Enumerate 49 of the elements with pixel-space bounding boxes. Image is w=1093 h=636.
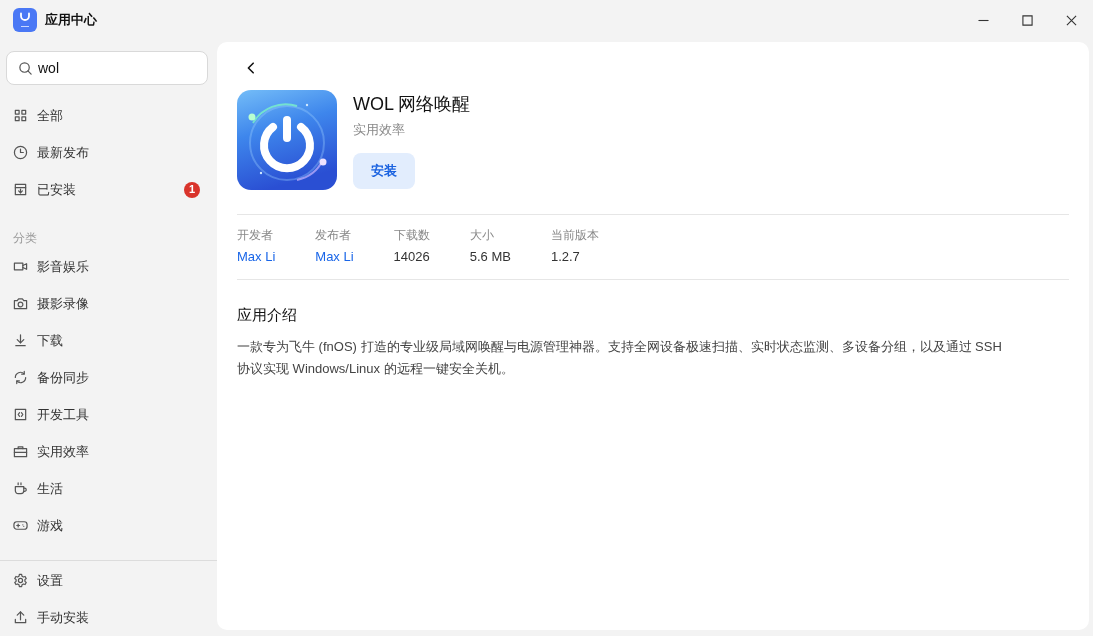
search-field[interactable]: wol	[6, 51, 208, 85]
category-item[interactable]: 实用效率	[6, 433, 208, 470]
category-item[interactable]: 影音娱乐	[6, 248, 208, 285]
category-item[interactable]: 摄影录像	[6, 285, 208, 322]
clock-icon	[13, 145, 28, 160]
app-name: WOL 网络唤醒	[353, 93, 471, 116]
upload-icon	[13, 610, 28, 625]
maximize-icon	[1021, 14, 1033, 26]
category-item[interactable]: 备份同步	[6, 359, 208, 396]
close-icon	[1065, 14, 1077, 26]
power-icon	[237, 90, 337, 190]
install-button[interactable]: 安装	[353, 153, 415, 189]
stat-value: 1.2.7	[550, 248, 581, 266]
stat-label: 当前版本	[550, 227, 599, 243]
app-store-logo-icon	[13, 8, 37, 32]
window-title: 应用中心	[45, 11, 97, 29]
stat-label: 下载数	[393, 227, 430, 243]
stat-label: 开发者	[237, 227, 274, 243]
cup-icon	[13, 481, 28, 496]
stat-label: 大小	[469, 227, 495, 243]
app-description: 一款专为飞牛 (fnOS) 打造的专业级局域网唤醒与电源管理神器。支持全网设备极速扫描、实时状态监测、多设备分组，以及通过 SSH 协议实现 Windows/Linux 的远程一键安全关机。	[237, 338, 1003, 378]
category-item[interactable]: 游戏	[6, 507, 208, 544]
stat-label: 发布者	[315, 227, 353, 243]
nav-item[interactable]: 最新发布	[6, 134, 208, 171]
camera-icon	[13, 296, 28, 311]
author-link[interactable]: Max Li	[237, 247, 276, 267]
count-badge: 1	[184, 181, 200, 198]
category-item[interactable]: 生活	[6, 470, 208, 507]
sync-icon	[13, 370, 28, 385]
app-category: 实用效率	[353, 121, 405, 139]
settings-icon	[13, 573, 28, 588]
code-icon	[13, 407, 28, 422]
category-item[interactable]: 开发工具	[6, 396, 208, 433]
gamepad-icon	[13, 518, 28, 533]
author-link[interactable]: Max Li	[315, 247, 354, 267]
search-icon	[18, 61, 33, 76]
category-item[interactable]: 下载	[6, 322, 208, 359]
section-label: 分类	[12, 230, 38, 247]
menu-item[interactable]: 手动安装	[6, 599, 208, 636]
briefcase-icon	[13, 444, 28, 459]
stat-value: 5.6 MB	[469, 248, 511, 266]
menu-item[interactable]: 设置	[6, 562, 208, 599]
grid-icon	[13, 108, 28, 123]
download-icon	[13, 333, 28, 348]
inbox-download-icon	[13, 182, 28, 197]
stat-value: 14026	[393, 248, 430, 266]
section-heading: 应用介绍	[237, 305, 298, 325]
nav-item[interactable]: 全部	[6, 97, 208, 134]
nav-item[interactable]: 已安装 1	[6, 171, 208, 208]
